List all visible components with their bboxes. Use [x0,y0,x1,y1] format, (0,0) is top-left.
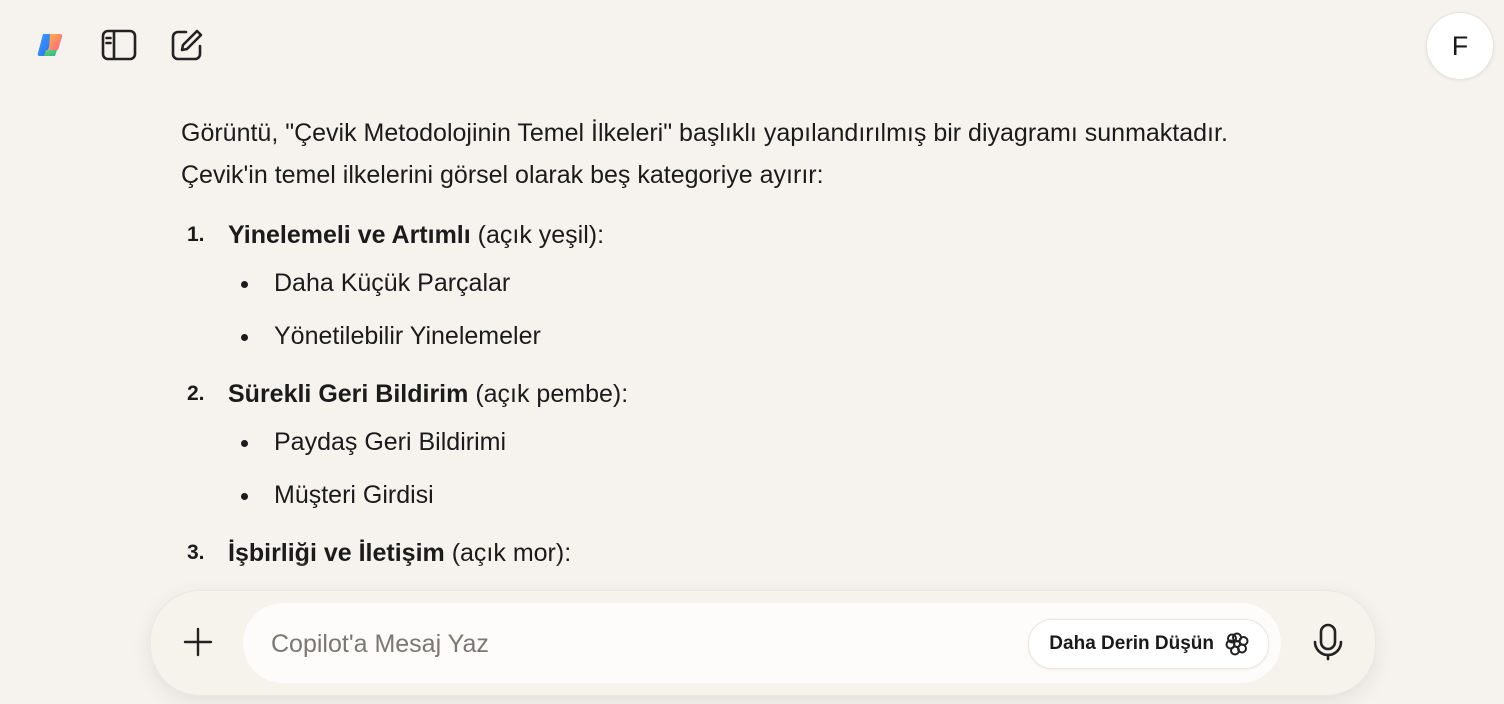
message-intro: Görüntü, "Çevik Metodolojinin Temel İlke… [181,119,1228,189]
user-avatar[interactable]: F [1426,12,1494,80]
think-deeper-icon [1225,632,1249,656]
category-name: Sürekli Geri Bildirim [228,380,469,408]
sub-list-item: Paydaş Geri Bildirimi [228,421,1241,463]
sub-list: Paydaş Geri Bildirimi Müşteri Girdisi [228,421,1241,516]
sub-list-item: Müşteri Girdisi [228,474,1241,516]
message-input[interactable] [269,621,993,667]
category-name: Yinelemeli ve Artımlı [228,221,471,249]
category-color-note: (açık pembe): [475,380,629,408]
list-number: 2. [187,382,205,405]
think-deeper-button[interactable]: Daha Derin Düşün [1028,619,1269,669]
assistant-message: Görüntü, "Çevik Metodolojinin Temel İlke… [181,112,1241,590]
copilot-page: F Görüntü, "Çevik Metodolojinin Temel İl… [0,0,1504,704]
sub-list-item: Yönetilebilir Yinelemeler [228,315,1241,357]
add-attachment-button[interactable] [173,617,223,667]
new-chat-icon[interactable] [168,26,206,64]
list-item: 2. Sürekli Geri Bildirim (açık pembe): P… [181,373,1241,516]
top-toolbar [32,26,206,64]
sub-list: Daha Küçük Parçalar Yönetilebilir Yinele… [228,262,1241,357]
list-number: 1. [187,223,205,246]
category-color-note: (açık yeşil): [477,221,605,249]
microphone-button[interactable] [1303,617,1353,667]
plus-icon [183,627,213,657]
microphone-icon [1313,623,1343,661]
message-input-container: Daha Derin Düşün [243,603,1281,683]
copilot-logo-icon[interactable] [32,26,70,64]
message-composer: Daha Derin Düşün [150,590,1376,696]
principles-list: 1. Yinelemeli ve Artımlı (açık yeşil): D… [181,214,1241,574]
list-item: 1. Yinelemeli ve Artımlı (açık yeşil): D… [181,214,1241,357]
sub-list-item: Daha Küçük Parçalar [228,262,1241,304]
think-deeper-label: Daha Derin Düşün [1049,633,1214,654]
sidebar-toggle-icon[interactable] [100,26,138,64]
